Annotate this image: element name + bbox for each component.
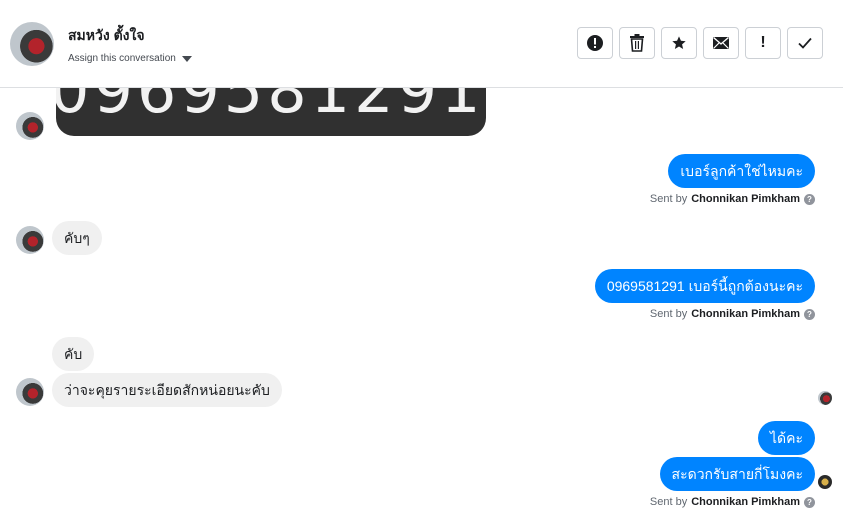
star-icon — [672, 36, 686, 49]
read-receipt-avatar — [818, 391, 832, 405]
message-bubble-outgoing[interactable]: สะดวกรับสายกี่โมงคะ — [659, 457, 815, 491]
contact-avatar[interactable] — [10, 22, 54, 66]
attachment-number-text: 0969581291 — [56, 88, 485, 127]
sent-by-label: Sent by Chonnikan Pimkham ? — [650, 193, 815, 205]
trash-icon — [630, 34, 644, 52]
sent-by-prefix: Sent by — [649, 193, 688, 205]
contact-name[interactable]: สมหวัง ตั้งใจ — [68, 25, 145, 47]
contact-avatar-small — [16, 378, 44, 406]
header-actions: ! — [577, 27, 823, 59]
help-icon[interactable]: ? — [804, 308, 815, 320]
message-bubble-incoming[interactable]: คับ — [52, 337, 95, 371]
contact-avatar-small — [16, 112, 44, 140]
caret-down-icon — [181, 55, 192, 62]
message-thread[interactable]: 0969581291 เบอร์ลูกค้าใช่ไหมคะ Sent by C… — [0, 88, 843, 528]
mark-done-button[interactable] — [787, 27, 823, 59]
conversation-header: สมหวัง ตั้งใจ Assign this conversation ! — [0, 0, 843, 88]
alert-circle-icon — [587, 35, 603, 51]
image-attachment[interactable]: 0969581291 — [56, 88, 486, 136]
check-icon — [798, 37, 812, 49]
contact-avatar-small — [16, 226, 44, 254]
exclamation-icon: ! — [760, 34, 766, 51]
sent-by-name[interactable]: Chonnikan Pimkham — [691, 308, 800, 320]
message-bubble-incoming[interactable]: ว่าจะคุยรายระเอียดสักหน่อยนะคับ — [52, 373, 282, 407]
message-bubble-outgoing[interactable]: ได้คะ — [757, 421, 815, 455]
message-bubble-incoming[interactable]: คับๆ — [52, 221, 102, 255]
mark-spam-button[interactable] — [577, 27, 613, 59]
help-icon[interactable]: ? — [804, 193, 815, 205]
sent-by-label: Sent by Chonnikan Pimkham ? — [650, 496, 815, 508]
sent-by-prefix: Sent by — [649, 308, 688, 320]
follow-up-button[interactable]: ! — [745, 27, 781, 59]
assign-conversation-label: Assign this conversation — [68, 53, 176, 64]
assign-conversation-dropdown[interactable]: Assign this conversation — [68, 53, 192, 64]
message-bubble-outgoing[interactable]: เบอร์ลูกค้าใช่ไหมคะ — [668, 154, 815, 188]
envelope-icon — [713, 37, 729, 49]
star-button[interactable] — [661, 27, 697, 59]
sent-by-name[interactable]: Chonnikan Pimkham — [691, 193, 800, 205]
mark-unread-button[interactable] — [703, 27, 739, 59]
sent-by-label: Sent by Chonnikan Pimkham ? — [650, 308, 815, 320]
sent-by-name[interactable]: Chonnikan Pimkham — [691, 496, 800, 508]
seen-by-avatar — [818, 475, 832, 489]
message-bubble-outgoing[interactable]: 0969581291 เบอร์นี้ถูกต้องนะคะ — [594, 269, 815, 303]
help-icon[interactable]: ? — [804, 496, 815, 508]
delete-button[interactable] — [619, 27, 655, 59]
sent-by-prefix: Sent by — [649, 496, 688, 508]
